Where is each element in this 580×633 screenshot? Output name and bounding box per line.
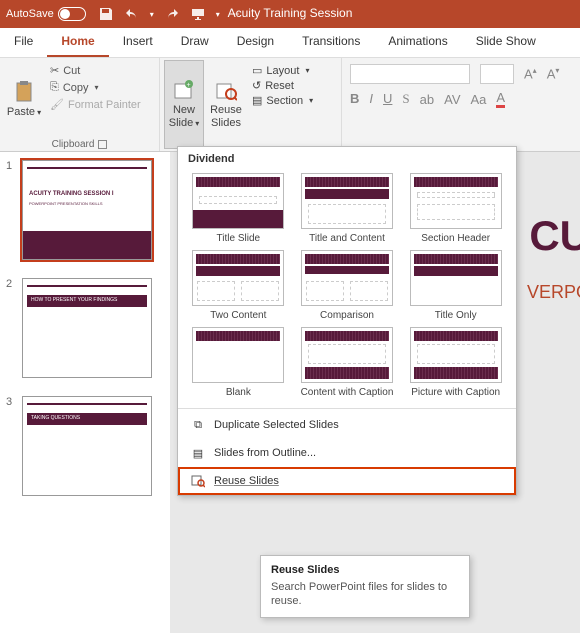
copy-button[interactable]: ⎘Copy xyxy=(50,81,141,94)
layout-comparison[interactable]: Comparison xyxy=(297,250,398,321)
cut-button[interactable]: ✂Cut xyxy=(50,64,141,77)
underline-button[interactable]: U xyxy=(383,91,392,107)
undo-icon[interactable] xyxy=(124,6,140,22)
slide-thumbnail-3[interactable]: TAKING QUESTIONS xyxy=(22,396,152,496)
brush-icon: 🖌 xyxy=(50,98,64,111)
bold-button[interactable]: B xyxy=(350,91,359,107)
tab-animations[interactable]: Animations xyxy=(374,28,461,57)
reuse-slides-icon xyxy=(215,80,237,102)
paste-button[interactable]: Paste xyxy=(4,60,44,138)
scissors-icon: ✂ xyxy=(50,64,59,77)
layout-button[interactable]: ▭Layout xyxy=(252,64,313,77)
strike-button[interactable]: S xyxy=(402,91,409,107)
reuse-slides-tooltip: Reuse Slides Search PowerPoint files for… xyxy=(260,555,470,618)
reuse-slides-button[interactable]: Reuse Slides xyxy=(206,60,246,149)
new-slide-dropdown: Dividend Title Slide Title and Content S… xyxy=(177,146,517,496)
tab-draw[interactable]: Draw xyxy=(167,28,223,57)
reuse-slides-item[interactable]: Reuse Slides xyxy=(178,467,516,495)
tab-design[interactable]: Design xyxy=(223,28,288,57)
layout-content-caption[interactable]: Content with Caption xyxy=(297,327,398,398)
layout-two-content[interactable]: Two Content xyxy=(188,250,289,321)
tab-file[interactable]: File xyxy=(0,28,47,57)
outline-icon: ▤ xyxy=(190,445,206,461)
layout-title-slide[interactable]: Title Slide xyxy=(188,173,289,244)
copy-icon: ⎘ xyxy=(50,81,59,94)
slide-subtitle-fragment: VERPO xyxy=(527,282,580,303)
font-color-button[interactable]: A xyxy=(496,90,505,108)
thumb-number: 3 xyxy=(6,396,16,496)
duplicate-slides-item[interactable]: ⧉ Duplicate Selected Slides xyxy=(178,411,516,439)
layout-title-content[interactable]: Title and Content xyxy=(297,173,398,244)
clipboard-dialog-launcher[interactable] xyxy=(98,140,107,149)
save-icon[interactable] xyxy=(98,6,114,22)
redo-icon[interactable] xyxy=(164,6,180,22)
new-slide-button[interactable]: + New Slide xyxy=(164,60,204,149)
char-spacing-button[interactable]: AV xyxy=(444,92,460,107)
document-title: Acuity Training Session xyxy=(228,6,353,20)
tab-home[interactable]: Home xyxy=(47,28,108,57)
font-name-input[interactable] xyxy=(350,64,470,84)
tab-slideshow[interactable]: Slide Show xyxy=(462,28,550,57)
ribbon: Paste ✂Cut ⎘Copy 🖌Format Painter Clipboa… xyxy=(0,58,580,152)
thumb-number: 1 xyxy=(6,160,16,260)
ribbon-tabs: File Home Insert Draw Design Transitions… xyxy=(0,28,580,58)
italic-button[interactable]: I xyxy=(369,91,373,107)
slide-title-fragment: CU xyxy=(529,212,580,260)
section-icon: ▤ xyxy=(252,94,262,107)
undo-dropdown[interactable]: ▾ xyxy=(150,10,154,19)
svg-text:+: + xyxy=(187,82,191,89)
slide-thumbnail-1[interactable]: ACUITY TRAINING SESSION I POWERPOINT PRE… xyxy=(22,160,152,260)
autosave-toggle[interactable]: AutoSave xyxy=(6,7,86,21)
slide-thumbnail-2[interactable]: HOW TO PRESENT YOUR FINDINGS xyxy=(22,278,152,378)
reset-icon: ↺ xyxy=(252,79,261,92)
tab-transitions[interactable]: Transitions xyxy=(288,28,374,57)
duplicate-icon: ⧉ xyxy=(190,417,206,433)
grow-font-button[interactable]: A▴ xyxy=(524,66,537,81)
layout-icon: ▭ xyxy=(252,64,262,77)
present-icon[interactable] xyxy=(190,6,206,22)
layout-blank[interactable]: Blank xyxy=(188,327,289,398)
reset-button[interactable]: ↺Reset xyxy=(252,79,313,92)
reuse-icon xyxy=(190,473,206,489)
shrink-font-button[interactable]: A▾ xyxy=(547,66,560,81)
shadow-button[interactable]: ab xyxy=(420,92,434,107)
format-painter-button[interactable]: 🖌Format Painter xyxy=(50,98,141,111)
clipboard-icon xyxy=(14,80,34,104)
title-bar: AutoSave ▾ ▾ ⋯ Acuity Training Session xyxy=(0,0,580,28)
present-dropdown[interactable]: ▾ xyxy=(216,10,220,19)
layout-title-only[interactable]: Title Only xyxy=(405,250,506,321)
font-size-input[interactable] xyxy=(480,64,514,84)
section-button[interactable]: ▤Section xyxy=(252,94,313,107)
new-slide-icon: + xyxy=(173,80,195,102)
slide-thumbnails-pane: 1 ACUITY TRAINING SESSION I POWERPOINT P… xyxy=(0,152,170,633)
change-case-button[interactable]: Aa xyxy=(471,92,487,107)
thumb-number: 2 xyxy=(6,278,16,378)
slides-from-outline-item[interactable]: ▤ Slides from Outline... xyxy=(178,439,516,467)
theme-name: Dividend xyxy=(178,147,516,171)
layout-section-header[interactable]: Section Header xyxy=(405,173,506,244)
tab-insert[interactable]: Insert xyxy=(109,28,167,57)
layout-picture-caption[interactable]: Picture with Caption xyxy=(405,327,506,398)
